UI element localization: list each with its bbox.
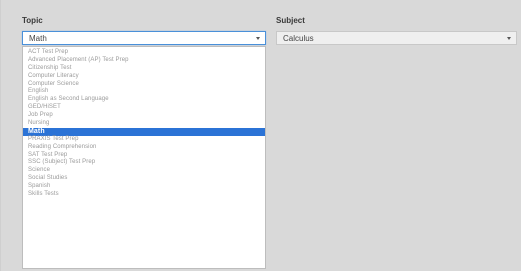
topic-dropdown-list[interactable]: ACT Test Prep Advanced Placement (AP) Tes…	[22, 46, 266, 269]
topic-option[interactable]: ACT Test Prep	[23, 49, 265, 57]
form-panel: Topic Subject Math Calculus ACT Test Pre…	[0, 0, 521, 271]
topic-option[interactable]: Spanish	[23, 183, 265, 191]
topic-option[interactable]: Citizenship Test	[23, 65, 265, 73]
topic-option[interactable]: Nursing	[23, 120, 265, 128]
topic-option[interactable]: Reading Comprehension	[23, 144, 265, 152]
topic-option[interactable]: Computer Literacy	[23, 73, 265, 81]
subject-select[interactable]: Calculus	[276, 31, 517, 45]
topic-option[interactable]: Advanced Placement (AP) Test Prep	[23, 57, 265, 65]
chevron-down-icon	[507, 37, 511, 40]
topic-option[interactable]: SAT Test Prep	[23, 152, 265, 160]
topic-option[interactable]: English as Second Language	[23, 96, 265, 104]
topic-selected-value: Math	[29, 34, 47, 43]
topic-options: ACT Test Prep Advanced Placement (AP) Tes…	[23, 47, 265, 199]
subject-label: Subject	[276, 16, 305, 25]
topic-option[interactable]: SSC (Subject) Test Prep	[23, 159, 265, 167]
topic-option[interactable]: Social Studies	[23, 175, 265, 183]
topic-label: Topic	[22, 16, 43, 25]
subject-selected-value: Calculus	[283, 34, 314, 43]
topic-option[interactable]: GED/HiSET	[23, 104, 265, 112]
topic-option[interactable]: Science	[23, 167, 265, 175]
topic-option[interactable]: Math	[23, 127, 265, 136]
topic-option[interactable]: PRAXIS Test Prep	[23, 136, 265, 144]
topic-option[interactable]: Computer Science	[23, 81, 265, 89]
topic-select[interactable]: Math	[22, 31, 266, 45]
page: Topic Subject Math Calculus ACT Test Pre…	[0, 0, 521, 271]
topic-option[interactable]: Skills Tests	[23, 191, 265, 199]
chevron-down-icon	[256, 37, 260, 40]
topic-option[interactable]: English	[23, 88, 265, 96]
topic-option[interactable]: Job Prep	[23, 112, 265, 120]
